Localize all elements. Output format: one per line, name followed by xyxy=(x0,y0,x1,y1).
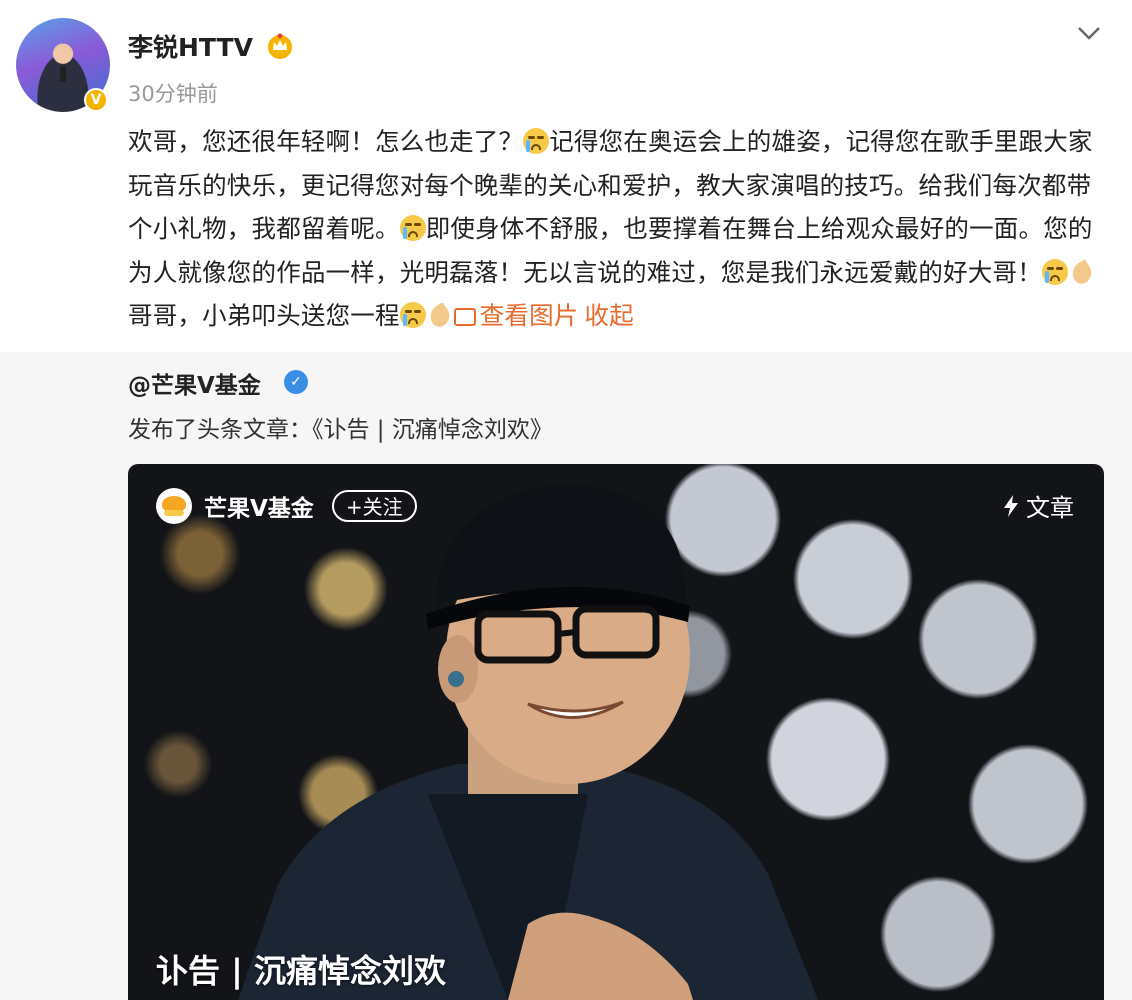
collapse-link[interactable]: 收起 xyxy=(585,301,634,330)
article-title[interactable]: 讣告 | 沉痛悼念刘欢 xyxy=(156,946,446,992)
verified-check-icon: ✓ xyxy=(284,370,308,394)
weibo-post: V 李锐HTTV 30分钟前 欢哥，您还很年轻啊！怎么也走了？ 记得您在奥运会上的… xyxy=(0,0,1132,352)
view-image-label: 查看图片 xyxy=(479,301,579,330)
lightning-icon xyxy=(1004,494,1018,517)
post-content: 欢哥，您还很年轻啊！怎么也走了？ 记得您在奥运会上的雄姿，记得您在歌手里跟大家玩音… xyxy=(128,120,1108,338)
card-brand: 芒果V基金 +关注 xyxy=(156,486,417,526)
username[interactable]: 李锐HTTV xyxy=(128,28,253,64)
praying-hands-emoji-icon xyxy=(1068,259,1096,285)
post-text-4: 哥哥，小弟叩头送您一程 xyxy=(128,301,400,330)
crying-emoji-icon xyxy=(1041,258,1068,285)
chevron-down-icon[interactable] xyxy=(1076,24,1102,42)
microphone-shape xyxy=(60,66,66,82)
crown-badge-icon xyxy=(268,33,292,59)
post-text-1: 欢哥，您还很年轻啊！怎么也走了？ xyxy=(128,127,524,156)
crying-emoji-icon xyxy=(523,128,550,154)
post-time: 30分钟前 xyxy=(128,82,218,106)
article-card[interactable]: 芒果V基金 +关注 文章 讣告 | 沉痛悼念刘欢 xyxy=(128,464,1104,1000)
article-cover-image xyxy=(238,484,818,1000)
verified-badge: V xyxy=(84,88,108,112)
card-type: 文章 xyxy=(1002,488,1074,523)
crying-emoji-icon xyxy=(399,215,426,241)
repost-author[interactable]: @芒果V基金 xyxy=(128,366,261,400)
card-type-label: 文章 xyxy=(1026,494,1074,522)
brand-logo-icon xyxy=(156,488,192,524)
image-icon xyxy=(453,308,476,326)
repost-text[interactable]: 发布了头条文章：《讣告 | 沉痛悼念刘欢》 xyxy=(128,410,553,444)
praying-hands-emoji-icon xyxy=(426,302,454,328)
crying-emoji-icon xyxy=(399,302,426,328)
view-image-link[interactable]: 查看图片 xyxy=(453,301,579,330)
follow-button[interactable]: +关注 xyxy=(331,490,417,522)
card-brand-name[interactable]: 芒果V基金 xyxy=(204,489,314,523)
